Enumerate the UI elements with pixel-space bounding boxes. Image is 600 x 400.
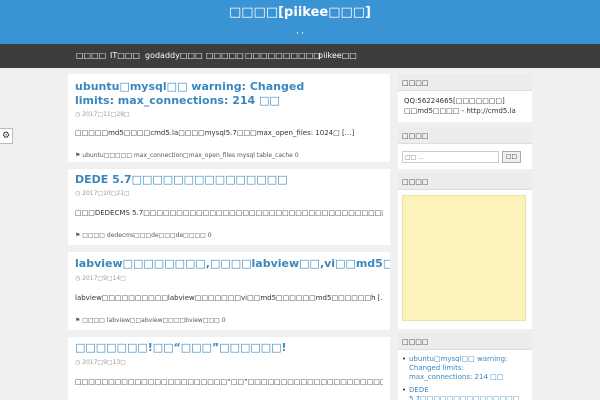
nav-item-5[interactable]: □□□□□ <box>245 51 283 60</box>
post-divider <box>68 162 390 169</box>
nav-item-it[interactable]: IT□□□ <box>110 51 140 60</box>
search-widget: □□□□ □□ <box>398 127 532 169</box>
post-title[interactable]: labview□□□□□□□□,□□□□labview□□,vi□□md5□□□ <box>75 257 390 271</box>
widget-title: □□□□ <box>398 127 532 144</box>
recent-post-item[interactable]: • DEDE 5.7□□□□□□□□□□□□□□□ <box>402 386 528 400</box>
widget-title: □□□□ <box>398 173 532 190</box>
post-excerpt: □□□DEDECMS 5.7□□□□□□□□□□□□□□□□□□□□□□□□□□… <box>75 209 383 217</box>
main-nav: □□□□ IT□□□ godaddy□□□ □□□□□ □□□□□ □□□□□ … <box>0 44 600 68</box>
ad-banner[interactable] <box>402 195 526 321</box>
nav-item-4[interactable]: □□□□□ <box>206 51 244 60</box>
nav-item-piikee[interactable]: piikee□□ <box>318 51 357 60</box>
post-meta[interactable]: ⚑ ubuntu□□□□□ max_connection□max_open_fi… <box>75 152 299 159</box>
contact-link[interactable]: □□md5□□□□ - http://cmd5.la <box>404 107 516 115</box>
post-divider <box>68 245 390 252</box>
post-title[interactable]: DEDE 5.7□□□□□□□□□□□□□□□ <box>75 173 375 187</box>
post-title[interactable]: ubuntu□mysql□□ warning: Changed limits: … <box>75 80 325 108</box>
site-description: , , <box>296 26 304 35</box>
recent-posts-list: • ubuntu□mysql□□ warning: Changed limits:… <box>402 355 528 400</box>
post-meta[interactable]: ⚑ □□□□ dedecms□□□de□□□de□□□□ 0 <box>75 232 212 239</box>
post-divider <box>68 330 390 337</box>
post-date: ◷ 2017□9□13□ <box>75 359 126 366</box>
post-excerpt: □□□□□md5□□□□cmd5.la□□□□mysql5.7□□□max_op… <box>75 129 355 137</box>
gear-icon: ⚙ <box>1 131 11 141</box>
site-title[interactable]: □□□□[piikee□□□] <box>0 5 600 20</box>
post-excerpt: □□□□□□□□□□□□□□□□□□□□□□□“□□”□□□□□□□□□□□□□… <box>75 378 383 386</box>
post-title[interactable]: □□□□□□□!□□“□□□”□□□□□□! <box>75 341 375 355</box>
widget-title: □□□□ <box>398 74 532 91</box>
post-list: ubuntu□mysql□□ warning: Changed limits: … <box>68 74 390 400</box>
contact-qq: QQ:56224665[□□□□□□□] <box>404 97 505 105</box>
nav-item-godaddy[interactable]: godaddy□□□ <box>145 51 203 60</box>
post-date: ◷ 2017□11□28□ <box>75 111 130 118</box>
search-button[interactable]: □□ <box>502 151 521 163</box>
contact-widget: □□□□ QQ:56224665[□□□□□□□] □□md5□□□□ - ht… <box>398 74 532 122</box>
search-input[interactable] <box>402 151 499 163</box>
nav-item-home[interactable]: □□□□ <box>76 51 106 60</box>
nav-item-6[interactable]: □□□□□ <box>283 51 321 60</box>
post-excerpt: labview□□□□□□□□□□labview□□□□□□□vi□□md5□□… <box>75 294 383 302</box>
post-date: ◷ 2017□9□14□ <box>75 275 126 282</box>
site-header: □□□□[piikee□□□] , , <box>0 0 600 44</box>
widget-title: □□□□ <box>398 333 532 350</box>
recent-post-item[interactable]: • ubuntu□mysql□□ warning: Changed limits:… <box>402 355 528 382</box>
post-date: ◷ 2017□10□21□ <box>75 190 130 197</box>
post-meta[interactable]: ⚑ □□□□ labview□□abview□□□□bview□□□ 0 <box>75 317 226 324</box>
settings-side-tab[interactable]: ⚙ <box>0 128 13 144</box>
